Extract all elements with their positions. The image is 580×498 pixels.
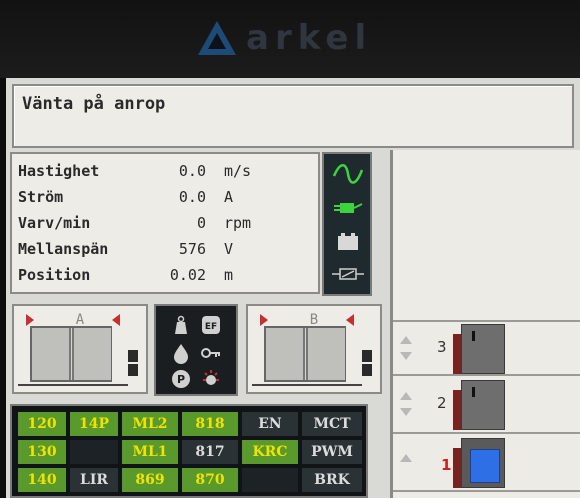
up-arrow-icon — [400, 454, 412, 462]
up-down-arrow-icon — [400, 392, 412, 416]
reading-label: Varv/min — [18, 214, 91, 232]
device-bezel-header: arkel — [0, 0, 580, 78]
reading-speed: Hastighet 0.0 m/s — [18, 162, 318, 184]
door-leaf-left — [266, 328, 305, 380]
up-down-arrow-icon — [400, 336, 412, 360]
floor-row-1[interactable]: 1 — [393, 436, 580, 492]
grid-cell: 818 — [182, 412, 238, 436]
key-icon — [201, 348, 220, 358]
indicator-strip — [322, 152, 372, 296]
grid-cell: LIR — [70, 468, 118, 492]
floor-indicator-panel: 3 2 1 — [390, 150, 580, 498]
status-message-box: Vänta på anrop — [12, 84, 574, 148]
reading-label: Mellanspän — [18, 240, 109, 258]
grid-cell: 130 — [18, 440, 66, 464]
grid-cell: PWM — [302, 440, 362, 464]
reading-label: Hastighet — [18, 162, 100, 180]
door-a-panel: A — [12, 304, 148, 394]
grid-cell: BRK — [302, 468, 362, 492]
weight-icon — [175, 315, 187, 334]
arkel-logo: arkel — [196, 18, 372, 58]
door-leaf-left — [32, 328, 71, 380]
reading-label: Ström — [18, 188, 64, 206]
floor-number: 2 — [437, 394, 447, 412]
logo-mark-icon — [198, 21, 236, 55]
elevator-car — [470, 449, 500, 483]
door-open-arrow-right-icon — [346, 314, 354, 326]
reading-rpm: Varv/min 0 rpm — [18, 214, 318, 236]
reading-unit: rpm — [224, 214, 252, 232]
door-sill — [18, 384, 128, 386]
ef-icon: EF — [202, 316, 220, 334]
grid-cell — [70, 440, 118, 464]
reading-value: 0.0 — [178, 162, 206, 180]
door-b-frame — [264, 326, 346, 382]
grid-cell: 120 — [18, 412, 66, 436]
reading-value: 0.0 — [178, 188, 206, 206]
sine-wave-icon — [332, 164, 364, 184]
reading-unit: A — [224, 188, 234, 206]
drop-icon — [174, 344, 188, 364]
door-open-arrow-right-icon — [112, 314, 120, 326]
door-leaf-right — [306, 328, 345, 380]
status-code-grid: 120 14P ML2 818 EN MCT 130 ML1 817 KRC P… — [10, 404, 368, 498]
svg-text:EF: EF — [205, 322, 217, 332]
reading-unit: V — [224, 240, 234, 258]
plug-icon — [334, 203, 363, 213]
grid-cell — [242, 468, 298, 492]
shaft-bar — [453, 390, 461, 430]
floor-number: 1 — [441, 456, 452, 474]
car-position-marker — [461, 324, 505, 374]
reading-position: Position 0.02 m — [18, 266, 318, 288]
door-sensor-icon — [362, 350, 372, 376]
logo-text: arkel — [246, 18, 373, 58]
grid-cell: ML2 — [122, 412, 178, 436]
reading-label: Position — [18, 266, 91, 284]
floor-row-3[interactable]: 3 — [393, 320, 580, 376]
door-a-frame — [30, 326, 112, 382]
grid-cell: 869 — [122, 468, 178, 492]
reading-unit: m — [224, 266, 234, 284]
resistor-icon — [332, 268, 364, 280]
battery-icon — [338, 233, 358, 250]
grid-cell: MCT — [302, 412, 362, 436]
door-sensor-icon — [128, 350, 138, 376]
shaft-bar — [453, 334, 461, 374]
lift-controller-screen: Vänta på anrop Hastighet 0.0 m/s Ström 0… — [6, 78, 580, 498]
shaft-bar — [453, 448, 461, 488]
grid-cell: 870 — [182, 468, 238, 492]
car-mark — [472, 331, 475, 341]
reading-value: 0 — [196, 214, 206, 232]
grid-cell: ML1 — [122, 440, 178, 464]
reading-current: Ström 0.0 A — [18, 188, 318, 210]
car-position-marker — [461, 380, 505, 430]
svg-text:P: P — [177, 373, 185, 386]
car-mark — [472, 387, 475, 397]
light-icon — [203, 370, 219, 385]
floor-row-2[interactable]: 2 — [393, 378, 580, 434]
door-b-panel: B — [246, 304, 382, 394]
grid-cell: KRC — [242, 440, 298, 464]
readings-panel: Hastighet 0.0 m/s Ström 0.0 A Varv/min 0… — [10, 152, 320, 294]
car-position-marker-active — [461, 438, 505, 488]
reading-value: 576 — [178, 240, 206, 258]
grid-cell: 140 — [18, 468, 66, 492]
parking-icon: P — [172, 370, 190, 388]
grid-cell: EN — [242, 412, 298, 436]
floor-number: 3 — [437, 338, 447, 356]
grid-cell: 14P — [70, 412, 118, 436]
status-message: Vänta på anrop — [22, 94, 166, 114]
grid-cell: 817 — [182, 440, 238, 464]
reading-value: 0.02 — [169, 266, 206, 284]
reading-unit: m/s — [224, 162, 252, 180]
reading-dc-voltage: Mellanspän 576 V — [18, 240, 318, 262]
door-sill — [252, 384, 362, 386]
signal-icon-panel: EF P — [154, 304, 238, 396]
door-leaf-right — [72, 328, 111, 380]
